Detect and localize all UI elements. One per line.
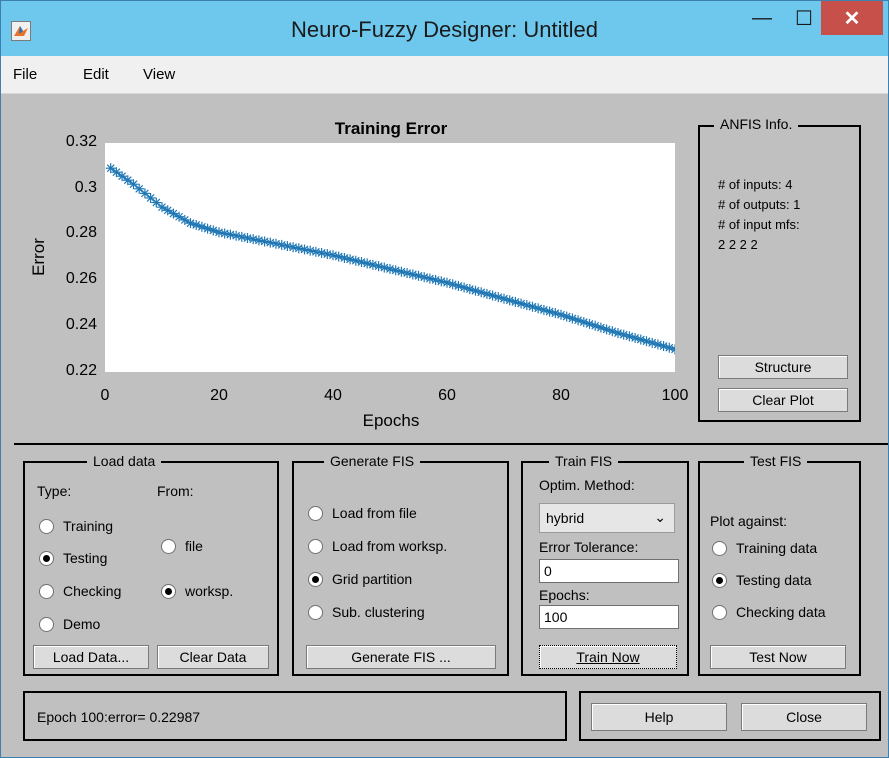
radio-testing[interactable]	[39, 551, 54, 566]
sub-clustering-label[interactable]: Sub. clustering	[332, 604, 425, 620]
optim-method-select[interactable]: hybrid ⌄	[539, 503, 675, 533]
from-label: From:	[157, 483, 194, 499]
input-mfs-values: 2 2 2 2	[718, 237, 758, 252]
maximize-icon: ☐	[795, 7, 813, 30]
error-point	[139, 188, 150, 199]
x-tick-label: 100	[661, 387, 689, 404]
training-label[interactable]: Training	[63, 518, 113, 534]
testing-label[interactable]: Testing	[63, 550, 107, 566]
clear-plot-button[interactable]: Clear Plot	[718, 388, 848, 412]
y-tick-label: 0.22	[65, 362, 97, 379]
y-tick-label: 0.24	[65, 316, 97, 333]
status-panel: Epoch 100:error= 0.22987	[23, 691, 567, 741]
workspace-label[interactable]: worksp.	[185, 583, 233, 599]
structure-button[interactable]: Structure	[718, 355, 848, 379]
test-now-button[interactable]: Test Now	[710, 645, 846, 669]
neuro-fuzzy-window: Neuro-Fuzzy Designer: Untitled — ☐ ✕ Fil…	[0, 0, 889, 758]
num-inputs: # of inputs: 4	[718, 177, 793, 192]
chevron-down-icon: ⌄	[654, 509, 666, 525]
train-fis-panel: Train FIS Optim. Method: hybrid ⌄ Error …	[521, 453, 689, 676]
training-error-plot	[105, 143, 680, 372]
radio-grid-partition[interactable]	[308, 572, 323, 587]
training-data-label[interactable]: Training data	[736, 540, 817, 556]
radio-checking-data[interactable]	[712, 605, 727, 620]
load-data-panel: Load data Type: From: Training Testing C…	[23, 453, 279, 676]
menu-file[interactable]: File	[13, 66, 37, 83]
test-fis-title: Test FIS	[744, 453, 808, 469]
error-curve	[110, 167, 676, 350]
y-tick-label: 0.3	[74, 179, 97, 196]
x-tick-label: 60	[438, 387, 456, 404]
load-data-title: Load data	[87, 453, 162, 469]
menu-edit[interactable]: Edit	[83, 66, 109, 83]
minimize-button[interactable]: —	[739, 1, 785, 35]
minimize-icon: —	[752, 6, 772, 29]
error-point	[151, 197, 162, 208]
generate-fis-button[interactable]: Generate FIS ...	[306, 645, 496, 669]
checking-label[interactable]: Checking	[63, 583, 121, 599]
radio-training-data[interactable]	[712, 541, 727, 556]
close-button[interactable]: Close	[741, 703, 867, 731]
title-bar: Neuro-Fuzzy Designer: Untitled — ☐ ✕	[1, 1, 888, 56]
y-tick-label: 0.26	[65, 270, 97, 287]
num-input-mfs: # of input mfs:	[718, 217, 800, 232]
checking-data-label[interactable]: Checking data	[736, 604, 826, 620]
x-axis-label: Epochs	[362, 411, 420, 430]
load-from-workspace-label[interactable]: Load from worksp.	[332, 538, 447, 554]
menu-bar: File Edit View	[1, 56, 888, 94]
radio-sub-clustering[interactable]	[308, 605, 323, 620]
radio-checking[interactable]	[39, 584, 54, 599]
error-point	[128, 179, 139, 190]
y-axis-label: Error	[29, 238, 48, 276]
demo-label[interactable]: Demo	[63, 616, 100, 632]
train-now-button[interactable]: Train Now	[539, 645, 677, 669]
generate-fis-panel: Generate FIS Load from file Load from wo…	[292, 453, 509, 676]
grid-partition-label[interactable]: Grid partition	[332, 571, 412, 587]
status-text: Epoch 100:error= 0.22987	[37, 709, 201, 725]
error-tolerance-label: Error Tolerance:	[539, 539, 639, 555]
load-from-file-label[interactable]: Load from file	[332, 505, 417, 521]
plot-against-label: Plot against:	[710, 513, 788, 529]
y-tick-label: 0.28	[65, 224, 97, 241]
file-label[interactable]: file	[185, 538, 203, 554]
help-button[interactable]: Help	[591, 703, 727, 731]
x-tick-label: 80	[552, 387, 570, 404]
x-tick-label: 40	[324, 387, 342, 404]
anfis-info-title: ANFIS Info.	[714, 116, 799, 132]
footer-panel: Help Close	[579, 691, 881, 741]
error-point	[134, 183, 145, 194]
optim-method-value: hybrid	[546, 510, 585, 526]
close-window-button[interactable]: ✕	[821, 1, 883, 35]
menu-view[interactable]: View	[143, 66, 175, 83]
error-point	[145, 192, 156, 203]
epochs-input[interactable]: 100	[539, 605, 679, 629]
epochs-label: Epochs:	[539, 587, 590, 603]
error-tolerance-input[interactable]: 0	[539, 559, 679, 583]
radio-file[interactable]	[161, 539, 176, 554]
plot-canvas	[105, 163, 680, 355]
x-tick-label: 20	[210, 387, 228, 404]
type-label: Type:	[37, 483, 72, 499]
radio-training[interactable]	[39, 519, 54, 534]
generate-fis-title: Generate FIS	[324, 453, 421, 469]
radio-load-from-file[interactable]	[308, 506, 323, 521]
radio-demo[interactable]	[39, 617, 54, 632]
train-fis-title: Train FIS	[549, 453, 619, 469]
num-outputs: # of outputs: 1	[718, 197, 801, 212]
x-tick-label: 0	[100, 387, 110, 404]
radio-load-from-workspace[interactable]	[308, 539, 323, 554]
close-icon: ✕	[843, 7, 861, 30]
clear-data-button[interactable]: Clear Data	[157, 645, 269, 669]
radio-workspace[interactable]	[161, 584, 176, 599]
load-data-button[interactable]: Load Data...	[33, 645, 149, 669]
chart-title: Training Error	[334, 119, 448, 138]
optim-method-label: Optim. Method:	[539, 477, 635, 493]
radio-testing-data[interactable]	[712, 573, 727, 588]
section-divider	[14, 443, 888, 445]
y-tick-label: 0.32	[65, 133, 97, 150]
testing-data-label[interactable]: Testing data	[736, 572, 812, 588]
anfis-info-panel: ANFIS Info. # of inputs: 4 # of outputs:…	[698, 116, 861, 422]
test-fis-panel: Test FIS Plot against: Training data Tes…	[698, 453, 861, 676]
